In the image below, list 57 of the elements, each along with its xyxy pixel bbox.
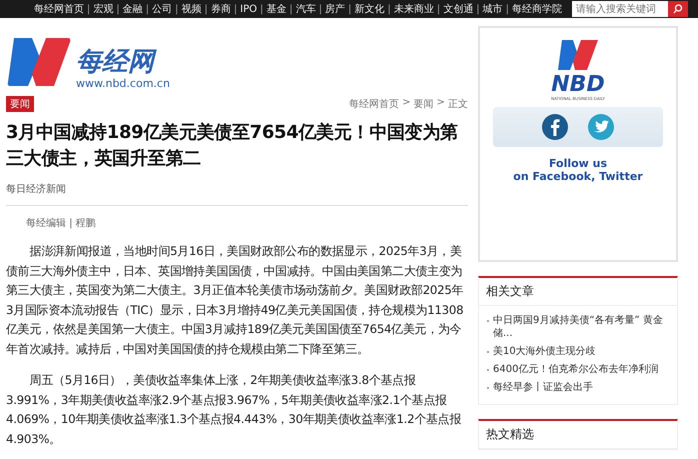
related-article-link[interactable]: 中日两国9月减持美债“各有考量” 黄金储... (493, 314, 671, 340)
search-button[interactable] (668, 1, 688, 17)
follow-text: on Facebook, Twitter (513, 170, 643, 183)
search-field[interactable]: 请输入搜索关键词 (572, 1, 668, 17)
nav-link[interactable]: 房产 (325, 2, 346, 16)
related-article-link[interactable]: 6400亿元！伯克希尔公布去年净利润 (493, 363, 658, 376)
logo-mark (556, 38, 600, 72)
article-source: 每日经济新闻 (6, 182, 468, 206)
nav-link[interactable]: 新文化 (354, 2, 384, 16)
breadcrumb-link[interactable]: 正文 (448, 97, 468, 111)
nav-separator: | (146, 4, 150, 14)
nav-separator: | (388, 4, 391, 14)
nav-link[interactable]: 城市 (482, 2, 503, 16)
nav-link[interactable]: 文创通 (443, 2, 474, 16)
nav-separator: | (260, 4, 264, 14)
nav-separator: | (204, 4, 208, 14)
article-editor: 每经编辑 | 程鹏 (26, 216, 97, 230)
nav-separator: | (318, 4, 322, 14)
related-article-link[interactable]: 美10大海外债主现分歧 (493, 345, 596, 358)
nav-separator: | (436, 4, 440, 14)
panel-title: 相关文章 (479, 278, 677, 306)
bird-icon[interactable] (587, 113, 615, 141)
brand-name: NBD (551, 74, 605, 96)
nav-link[interactable]: 每经网首页 (34, 2, 84, 16)
follow-text: Follow us (548, 157, 608, 170)
nav-separator: | (476, 4, 480, 14)
panel-title: 热文精选 (479, 421, 677, 449)
facebook-icon[interactable] (541, 113, 569, 141)
category-tag: 要闻 (6, 96, 34, 112)
article-paragraph: 据澎湃新闻报道，当地时间5月16日，美国财政部公布的数据显示，2025年3月，美债前三大海外债主中，日本、英国增持美国国债，中国减持。中国由美国第二大债主变为第三大债主，英国变为第二大债主。3月正值本轮美债市场动荡前夕。美国财政部2025年3月国际资本流动报告（TIC）显示，日本3月增持49亿美元美国国债，持仓规模为11308亿美元，依然是美国第一大债主。中国3月减持189亿美元美国国债至7654亿美元，为今年首次减持。减持后，中国对美国国债的持仓规模由第二下降至第三。 (6, 243, 464, 358)
nav-link[interactable]: 金融 (122, 2, 143, 16)
nav-separator: | (289, 4, 293, 14)
article-title: 3月中国减持189亿美元美债至7654亿美元！中国变为第三大债主，英国升至第二 (6, 121, 459, 171)
article-paragraph: 周五（5月16日），美债收益率集体上涨，2年期美债收益率涨3.8个基点报3.991%，3年期美债收益率涨2.9个基点报3.967%，5年期美债收益率涨2.1个基点报4.069%，10年期美债收益率涨1.3个基点报4.443%，30年期美债收益率涨1.2个基点报4.903%。 (6, 372, 462, 448)
nav-link[interactable]: 基金 (266, 2, 286, 16)
nav-link[interactable]: 公司 (152, 2, 172, 16)
nav-link[interactable]: IPO (240, 4, 257, 14)
nav-link[interactable]: 宏观 (93, 2, 114, 16)
nav-link[interactable]: 汽车 (296, 2, 316, 16)
site-url: www.nbd.com.cn (76, 77, 170, 90)
nav-separator: | (116, 4, 120, 14)
nav-link[interactable]: 视频 (181, 2, 202, 16)
nav-link[interactable]: 券商 (210, 2, 231, 16)
search-icon (673, 4, 683, 14)
nav-separator: | (234, 4, 238, 14)
breadcrumb-separator: > (402, 97, 411, 110)
breadcrumb-separator: > (436, 97, 445, 110)
nav-link[interactable]: 每经商学院 (512, 2, 562, 16)
nav-separator: | (506, 4, 509, 14)
site-name: 每经网 (76, 47, 170, 77)
nav-separator: | (348, 4, 352, 14)
breadcrumb-link[interactable]: 要闻 (414, 97, 434, 111)
breadcrumb-link[interactable]: 每经网首页 (349, 97, 400, 111)
nav-separator: | (175, 4, 178, 14)
nav-separator: | (86, 4, 90, 14)
nav-link[interactable]: 未来商业 (394, 2, 434, 16)
related-article-link[interactable]: 每经早参丨证监会出手 (493, 381, 593, 394)
